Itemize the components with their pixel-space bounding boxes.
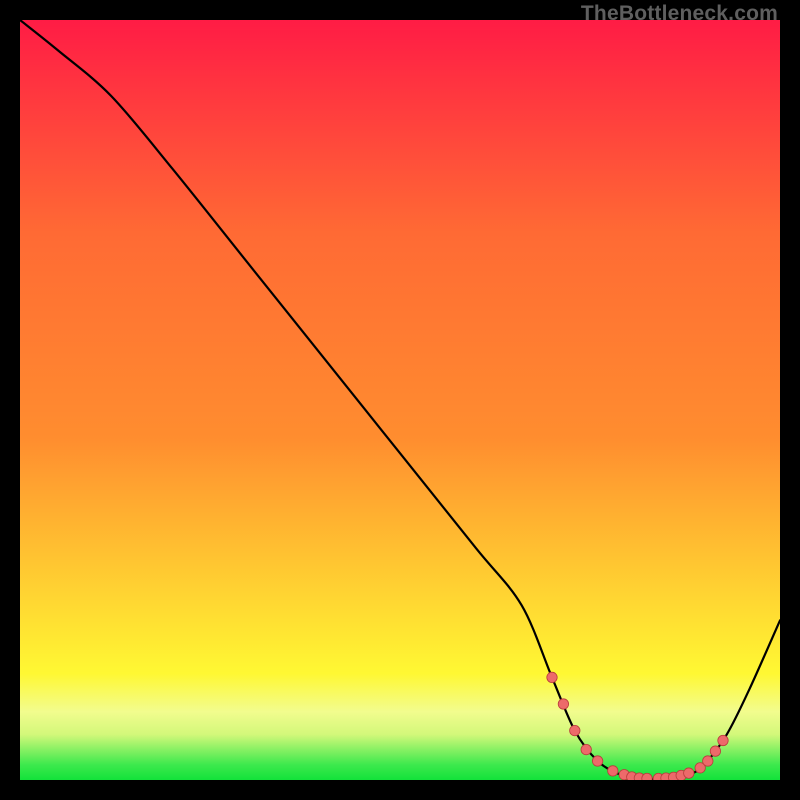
watermark-text: TheBottleneck.com — [581, 2, 778, 26]
highlight-dot — [608, 766, 618, 776]
highlight-dot — [684, 768, 694, 778]
highlight-dot — [642, 773, 652, 780]
chart-frame: TheBottleneck.com — [0, 0, 800, 800]
highlight-dot — [547, 672, 557, 682]
highlight-dot — [570, 725, 580, 735]
highlight-dot — [710, 746, 720, 756]
chart-plot-area — [20, 20, 780, 780]
chart-svg — [20, 20, 780, 780]
highlight-dot — [718, 735, 728, 745]
heat-gradient-bg — [20, 20, 780, 780]
highlight-dot — [581, 744, 591, 754]
highlight-dot — [592, 756, 602, 766]
highlight-dot — [558, 699, 568, 709]
highlight-dot — [703, 756, 713, 766]
